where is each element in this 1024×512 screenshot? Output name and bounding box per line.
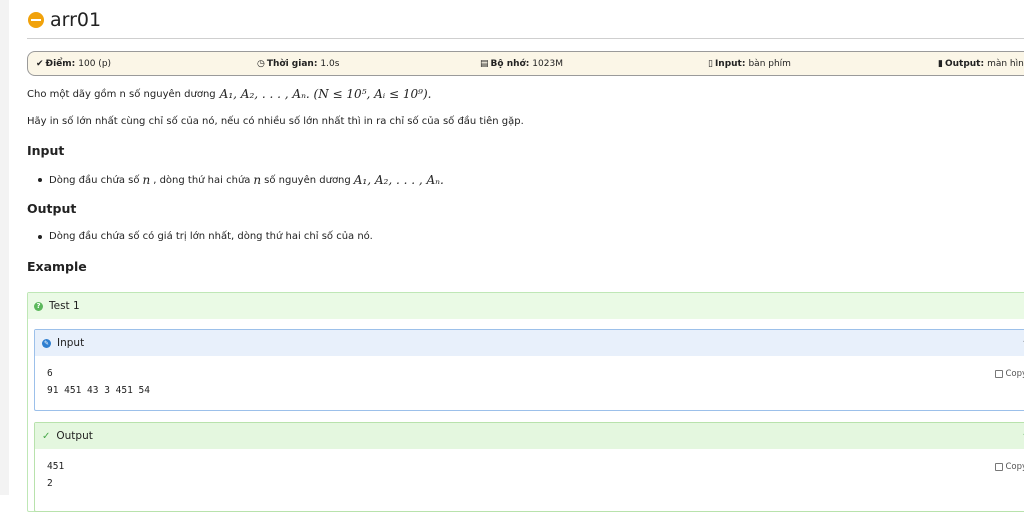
file-filled-icon: ▮ bbox=[938, 58, 943, 69]
copy-icon bbox=[995, 463, 1004, 471]
test-input-panel: ✎ Input ⌄ 6 91 451 43 3 451 54 Copy bbox=[34, 329, 1024, 411]
copy-output-button[interactable]: Copy bbox=[995, 462, 1024, 472]
problem-page: arr01 ✔ Điểm: 100 (p) ◷ Thời gian: 1.0s … bbox=[27, 0, 1024, 512]
output-list-item: Dòng đầu chứa số có giá trị lớn nhất, dò… bbox=[38, 231, 373, 242]
minus-circle-icon bbox=[28, 12, 44, 28]
check-icon: ✓ bbox=[42, 430, 51, 442]
test-output-content: 451 2 bbox=[47, 461, 65, 489]
memory-icon: ▤ bbox=[480, 58, 489, 69]
test-input-header[interactable]: ✎ Input ⌄ bbox=[35, 330, 1024, 356]
test-case-panel: ? Test 1 ✎ Input ⌄ 6 91 451 43 3 451 54 … bbox=[27, 292, 1024, 512]
check-icon: ✔ bbox=[36, 58, 44, 69]
test-input-content: 6 91 451 43 3 451 54 bbox=[47, 368, 150, 396]
clock-icon: ◷ bbox=[257, 58, 265, 69]
input-heading: Input bbox=[27, 143, 65, 158]
question-circle-icon: ? bbox=[34, 301, 43, 311]
memory-info: ▤ Bộ nhớ: 1023M bbox=[480, 58, 563, 69]
input-info: ▯ Input: bàn phím bbox=[708, 58, 791, 69]
output-info: ▮ Output: màn hình bbox=[938, 58, 1024, 69]
title-row: arr01 bbox=[27, 2, 1024, 38]
test-case-title: Test 1 bbox=[49, 300, 80, 312]
statement-math: A₁, A₂, . . . , Aₙ. (N ≤ 10⁵, Aᵢ ≤ 10⁹). bbox=[219, 87, 432, 101]
bullet bbox=[38, 178, 42, 182]
page-title: arr01 bbox=[50, 9, 102, 31]
time-info: ◷ Thời gian: 1.0s bbox=[257, 58, 340, 69]
test-input-title: Input bbox=[57, 337, 85, 349]
statement-paragraph-2: Hãy in số lớn nhất cùng chỉ số của nó, n… bbox=[27, 116, 524, 127]
left-gutter bbox=[0, 0, 9, 495]
test-output-header[interactable]: ✓ Output ⌄ bbox=[35, 423, 1024, 449]
copy-icon bbox=[995, 370, 1004, 378]
score-info: ✔ Điểm: 100 (p) bbox=[36, 58, 112, 69]
output-heading: Output bbox=[27, 201, 77, 216]
file-icon: ▯ bbox=[708, 58, 713, 69]
input-list-item: Dòng đầu chứa số n , dòng thứ hai chứa n… bbox=[38, 173, 447, 187]
problem-info-bar: ✔ Điểm: 100 (p) ◷ Thời gian: 1.0s ▤ Bộ n… bbox=[27, 51, 1024, 76]
copy-input-button[interactable]: Copy bbox=[995, 369, 1024, 379]
test-case-header[interactable]: ? Test 1 bbox=[28, 293, 1024, 319]
bullet bbox=[38, 234, 42, 239]
info-circle-icon: ✎ bbox=[42, 338, 51, 348]
statement-paragraph-1: Cho một dãy gồm n số nguyên dương A₁, A₂… bbox=[27, 87, 432, 101]
test-output-panel: ✓ Output ⌄ 451 2 Copy bbox=[34, 422, 1024, 512]
test-output-title: Output bbox=[56, 430, 93, 442]
title-divider bbox=[27, 38, 1024, 39]
example-heading: Example bbox=[27, 259, 87, 274]
